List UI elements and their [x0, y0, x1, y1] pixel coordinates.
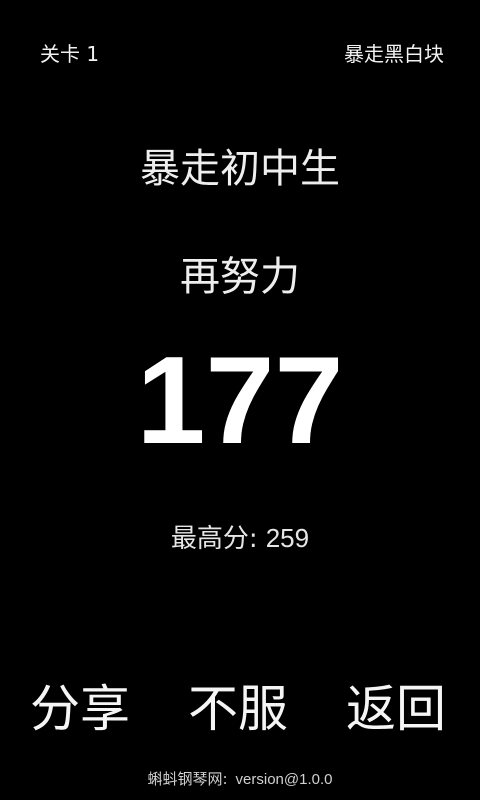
best-score-label: 最高分:	[170, 524, 258, 554]
best-score-value: 259	[265, 523, 310, 553]
footer-site: 蝌蚪钢琴网:	[147, 770, 228, 788]
back-button[interactable]: 返回	[346, 674, 446, 744]
current-score: 177	[136, 332, 344, 470]
footer: 蝌蚪钢琴网: version@1.0.0	[0, 768, 480, 789]
result-message: 再努力	[180, 254, 300, 300]
rank-title: 暴走初中生	[140, 146, 340, 192]
game-mode-label: 暴走黑白块	[344, 42, 444, 66]
action-bar: 分享 不服 返回	[0, 674, 480, 744]
best-score-row: 最高分: 259	[0, 518, 480, 555]
share-button[interactable]: 分享	[30, 674, 130, 744]
level-label: 关卡 1	[40, 42, 100, 66]
footer-version: version@1.0.0	[235, 771, 333, 788]
retry-button[interactable]: 不服	[188, 674, 288, 744]
